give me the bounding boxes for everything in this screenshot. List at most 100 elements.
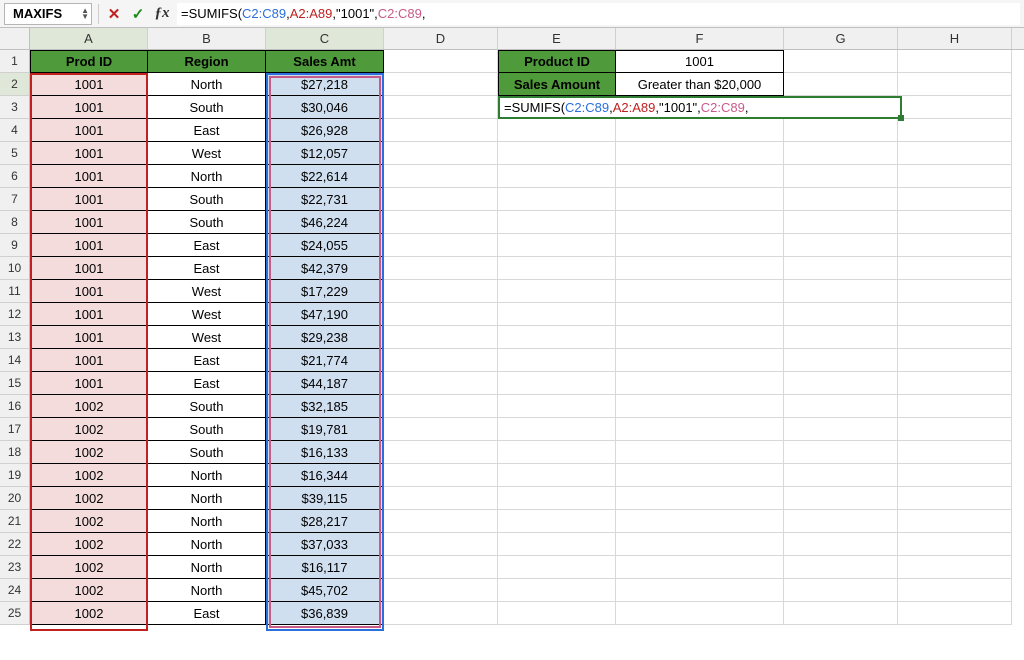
col-header-E[interactable]: E — [498, 28, 616, 49]
cell[interactable] — [898, 188, 1012, 211]
cell[interactable] — [384, 142, 498, 165]
cell-region[interactable]: East — [148, 349, 266, 372]
cell[interactable] — [384, 73, 498, 96]
fx-icon[interactable]: ƒx — [153, 5, 171, 22]
row-header[interactable]: 2 — [0, 73, 30, 96]
cell[interactable] — [784, 533, 898, 556]
cell[interactable] — [616, 280, 784, 303]
cell-sales[interactable]: $37,033 — [266, 533, 384, 556]
cell-prod-id[interactable]: 1001 — [30, 372, 148, 395]
col-header-H[interactable]: H — [898, 28, 1012, 49]
header-region[interactable]: Region — [148, 50, 266, 73]
cell[interactable] — [784, 142, 898, 165]
cell-prod-id[interactable]: 1001 — [30, 96, 148, 119]
cell[interactable] — [498, 579, 616, 602]
cell[interactable] — [784, 556, 898, 579]
cell-region[interactable]: East — [148, 257, 266, 280]
cell[interactable] — [616, 234, 784, 257]
cell[interactable] — [898, 349, 1012, 372]
cell[interactable] — [616, 510, 784, 533]
cell[interactable] — [616, 372, 784, 395]
cell-prod-id[interactable]: 1001 — [30, 234, 148, 257]
cell-sales[interactable]: $39,115 — [266, 487, 384, 510]
cell-region[interactable]: South — [148, 188, 266, 211]
cell[interactable] — [498, 211, 616, 234]
cell-sales[interactable]: $16,117 — [266, 556, 384, 579]
cell[interactable] — [616, 441, 784, 464]
row-header[interactable]: 11 — [0, 280, 30, 303]
cell[interactable] — [498, 395, 616, 418]
in-cell-formula-edit[interactable]: =SUMIFS(C2:C89,A2:A89,"1001",C2:C89, — [498, 96, 902, 119]
cell[interactable] — [898, 395, 1012, 418]
cell[interactable] — [616, 211, 784, 234]
cell[interactable] — [498, 326, 616, 349]
cell-sales[interactable]: $16,344 — [266, 464, 384, 487]
cell[interactable] — [498, 510, 616, 533]
cell-prod-id[interactable]: 1002 — [30, 441, 148, 464]
cell[interactable] — [384, 165, 498, 188]
cell[interactable] — [898, 556, 1012, 579]
cell[interactable] — [498, 280, 616, 303]
cell[interactable] — [384, 326, 498, 349]
cell-region[interactable]: West — [148, 326, 266, 349]
cell-region[interactable]: South — [148, 211, 266, 234]
cell[interactable] — [898, 418, 1012, 441]
cell[interactable] — [384, 418, 498, 441]
row-header[interactable]: 10 — [0, 257, 30, 280]
row-header[interactable]: 12 — [0, 303, 30, 326]
cell[interactable] — [384, 234, 498, 257]
header-prod-id[interactable]: Prod ID — [30, 50, 148, 73]
row-header[interactable]: 21 — [0, 510, 30, 533]
row-header[interactable]: 20 — [0, 487, 30, 510]
cell-prod-id[interactable]: 1001 — [30, 326, 148, 349]
cell[interactable] — [616, 303, 784, 326]
cell[interactable] — [784, 579, 898, 602]
cell[interactable] — [384, 464, 498, 487]
cell-sales[interactable]: $21,774 — [266, 349, 384, 372]
cell[interactable] — [898, 119, 1012, 142]
cell-sales[interactable]: $42,379 — [266, 257, 384, 280]
cell-region[interactable]: North — [148, 73, 266, 96]
cell[interactable] — [498, 441, 616, 464]
cell[interactable] — [784, 73, 898, 96]
row-header[interactable]: 4 — [0, 119, 30, 142]
select-all-corner[interactable] — [0, 28, 30, 49]
cell-prod-id[interactable]: 1002 — [30, 533, 148, 556]
cell[interactable] — [384, 441, 498, 464]
cell[interactable] — [616, 602, 784, 625]
col-header-C[interactable]: C — [266, 28, 384, 49]
cell-region[interactable]: North — [148, 556, 266, 579]
cell-prod-id[interactable]: 1001 — [30, 142, 148, 165]
cell[interactable] — [784, 280, 898, 303]
cell[interactable] — [384, 372, 498, 395]
cell-sales[interactable]: $17,229 — [266, 280, 384, 303]
cell[interactable] — [898, 464, 1012, 487]
cell-prod-id[interactable]: 1002 — [30, 602, 148, 625]
cell-sales[interactable]: $16,133 — [266, 441, 384, 464]
cell[interactable] — [384, 395, 498, 418]
value-sales-amount[interactable]: Greater than $20,000 — [616, 73, 784, 96]
cell[interactable] — [384, 303, 498, 326]
cell[interactable] — [784, 510, 898, 533]
row-header[interactable]: 9 — [0, 234, 30, 257]
cell[interactable] — [784, 395, 898, 418]
cell[interactable] — [898, 142, 1012, 165]
col-header-D[interactable]: D — [384, 28, 498, 49]
row-header[interactable]: 24 — [0, 579, 30, 602]
fill-handle-icon[interactable] — [898, 115, 904, 121]
cell-sales[interactable]: $29,238 — [266, 326, 384, 349]
cell[interactable] — [498, 464, 616, 487]
cell-region[interactable]: North — [148, 464, 266, 487]
cell[interactable] — [384, 602, 498, 625]
cell-prod-id[interactable]: 1002 — [30, 418, 148, 441]
cell[interactable] — [498, 303, 616, 326]
cell-region[interactable]: South — [148, 395, 266, 418]
cell-region[interactable]: North — [148, 579, 266, 602]
cell-sales[interactable]: $30,046 — [266, 96, 384, 119]
cell[interactable] — [616, 188, 784, 211]
cell-prod-id[interactable]: 1001 — [30, 119, 148, 142]
cell[interactable] — [498, 188, 616, 211]
cell[interactable] — [898, 579, 1012, 602]
cell-prod-id[interactable]: 1001 — [30, 257, 148, 280]
cell-region[interactable]: South — [148, 96, 266, 119]
